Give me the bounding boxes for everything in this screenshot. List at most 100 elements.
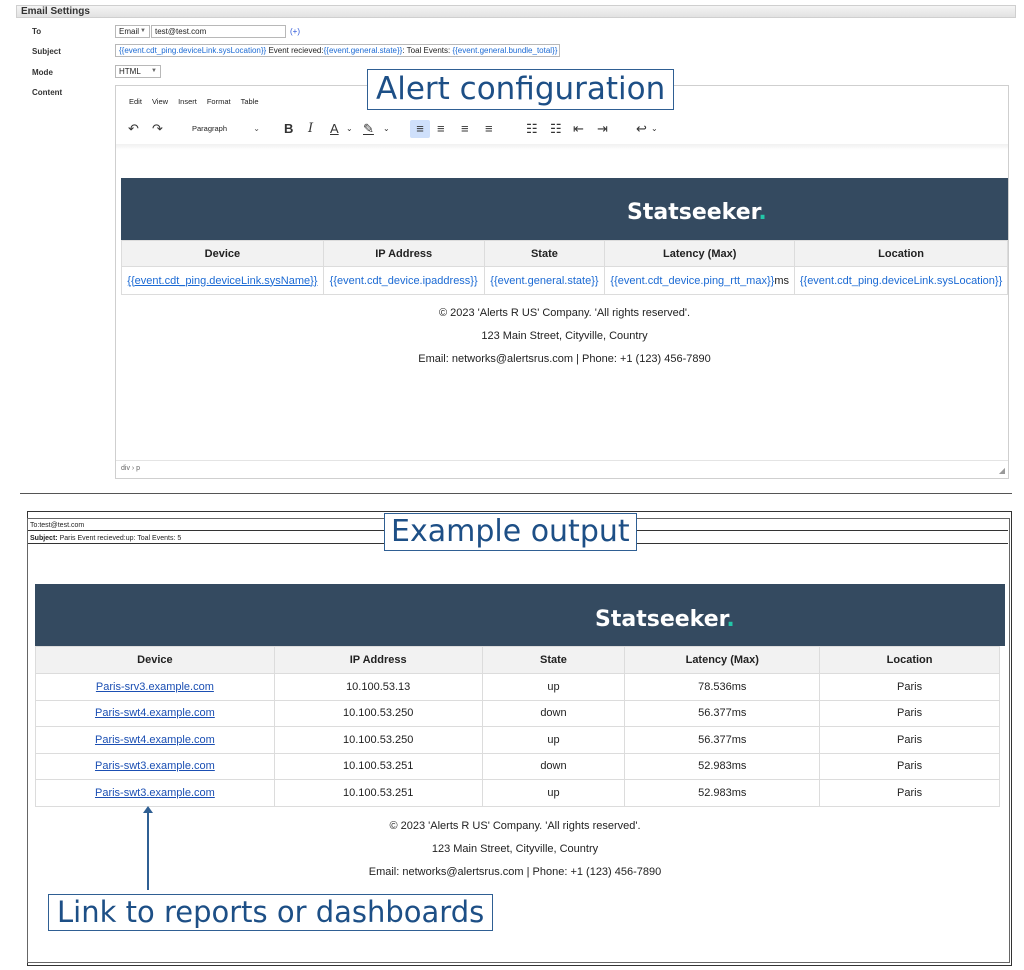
align-right-icon[interactable]: ≡ <box>461 120 469 138</box>
unit-suffix: ms <box>774 274 789 287</box>
chevron-down-icon: ⌄ <box>253 124 260 133</box>
output-footer-contact: Email: networks@alertsrus.com | Phone: +… <box>368 866 662 878</box>
bullet-list-icon[interactable]: ☷ <box>526 120 538 138</box>
menu-insert[interactable]: Insert <box>178 97 197 106</box>
chevron-down-icon: ▼ <box>140 28 146 34</box>
device-report-link[interactable]: Paris-srv3.example.com <box>96 681 214 693</box>
chevron-down-icon[interactable]: ⌄ <box>383 120 390 138</box>
output-cell: 56.377ms <box>624 699 821 727</box>
redo-icon[interactable]: ↷ <box>152 120 163 138</box>
table-row: Paris-swt3.example.com 10.100.53.251 down 5… <box>35 752 1000 780</box>
undo-icon[interactable]: ↶ <box>128 120 139 138</box>
output-cell: 10.100.53.250 <box>273 699 483 727</box>
output-table: Device IP Address State Latency (Max) Locati… <box>35 646 1000 807</box>
subject-token: {{event.general.bundle_total}} <box>452 46 558 55</box>
output-column-header: Location <box>819 646 1000 674</box>
template-footer-contact: Email: networks@alertsrus.com | Phone: +… <box>418 353 711 365</box>
align-center-icon[interactable]: ≡ <box>437 120 445 138</box>
table-row: Paris-swt3.example.com 10.100.53.251 up 52.… <box>35 779 1000 807</box>
menu-edit[interactable]: Edit <box>129 97 142 106</box>
subject-text: : Toal Events: <box>402 46 453 55</box>
output-column-header: Device <box>35 646 275 674</box>
output-cell: 10.100.53.13 <box>273 673 483 701</box>
section-divider <box>20 493 1012 494</box>
resize-handle-icon[interactable]: ◢ <box>999 466 1005 475</box>
template-banner <box>121 178 1008 240</box>
template-token: {{event.general.state}} <box>490 274 599 287</box>
to-input[interactable]: test@test.com <box>151 25 286 38</box>
output-cell: up <box>481 726 626 754</box>
output-cell: 52.983ms <box>624 752 821 780</box>
mode-label: Mode <box>32 68 53 77</box>
add-recipient-link[interactable]: (+) <box>290 27 300 36</box>
toolbar-shadow <box>116 144 1008 150</box>
template-column-header: IP Address <box>322 240 485 267</box>
align-left-icon[interactable]: ≡ <box>410 120 430 138</box>
editor-menubar: Edit View Insert Format Table <box>129 97 269 106</box>
chevron-down-icon[interactable]: ⌄ <box>346 120 353 138</box>
menu-format[interactable]: Format <box>207 97 231 106</box>
menu-table[interactable]: Table <box>241 97 259 106</box>
text-color-icon[interactable]: A <box>330 120 339 138</box>
device-report-link[interactable]: Paris-swt4.example.com <box>95 734 215 746</box>
template-token: {{event.cdt_device.ipaddress}} <box>329 274 478 287</box>
output-cell: Paris <box>819 752 1000 780</box>
block-format-value: Paragraph <box>192 124 228 133</box>
output-cell: Paris <box>819 673 1000 701</box>
to-type-value: Email <box>119 27 140 36</box>
output-banner <box>35 584 1005 646</box>
output-cell: 10.100.53.251 <box>273 752 483 780</box>
output-cell: Paris <box>819 726 1000 754</box>
numbered-list-icon[interactable]: ☷ <box>550 120 562 138</box>
highlight-icon[interactable]: ✎ <box>363 120 374 138</box>
mode-select[interactable]: HTML ▼ <box>115 65 161 78</box>
output-footer-copyright: © 2023 'Alerts R US' Company. 'All right… <box>389 820 641 832</box>
alert-configuration-callout: Alert configuration <box>367 69 675 110</box>
output-cell: up <box>481 673 626 701</box>
output-brand-logo: Statseeker. <box>595 607 735 632</box>
output-cell: Paris <box>819 699 1000 727</box>
mode-value: HTML <box>119 67 141 76</box>
template-device-link[interactable]: {{event.cdt_ping.deviceLink.sysName}} <box>127 275 317 287</box>
output-cell: Paris-swt3.example.com <box>35 752 275 780</box>
email-settings-header: Email Settings <box>16 5 1016 18</box>
template-cell: {{event.cdt_ping.deviceLink.sysName}} <box>121 266 324 295</box>
to-type-select[interactable]: Email ▼ <box>115 25 150 38</box>
device-report-link[interactable]: Paris-swt4.example.com <box>95 707 215 719</box>
template-column-header: Device <box>121 240 324 267</box>
table-row: Paris-swt4.example.com 10.100.53.250 down 5… <box>35 699 1000 727</box>
link-to-reports-callout: Link to reports or dashboards <box>48 894 494 931</box>
indent-icon[interactable]: ⇥ <box>597 120 608 138</box>
example-output-callout: Example output <box>384 513 637 551</box>
template-cell: {{event.cdt_device.ipaddress}} <box>322 266 485 295</box>
device-report-link[interactable]: Paris-swt3.example.com <box>95 760 215 772</box>
subject-token: {{event.general.state}} <box>323 46 403 55</box>
template-cell: {{event.cdt_ping.deviceLink.sysLocation}… <box>794 266 1008 295</box>
template-token: {{event.cdt_ping.deviceLink.sysLocation}… <box>799 274 1003 287</box>
chevron-down-icon[interactable]: ⌄ <box>651 120 658 138</box>
subject-label: Subject <box>32 47 61 56</box>
output-cell: 56.377ms <box>624 726 821 754</box>
output-cell: down <box>481 752 626 780</box>
bold-icon[interactable]: B <box>284 120 293 138</box>
editor-toolbar: ↶ ↷ Paragraph ⌄ B I A ⌄ ✎ ⌄ ≡ ≡ ≡ ≡ ☷ ☷ … <box>116 118 1008 142</box>
menu-view[interactable]: View <box>152 97 168 106</box>
subject-text: Event recieved: <box>266 46 324 55</box>
text-direction-icon[interactable]: ↩ <box>636 120 647 138</box>
output-cell: Paris-swt4.example.com <box>35 726 275 754</box>
element-path: div › p <box>121 465 141 472</box>
template-token: {{event.cdt_device.ping_rtt_max}} <box>610 274 775 287</box>
content-label: Content <box>32 88 63 97</box>
outdent-icon[interactable]: ⇤ <box>573 120 584 138</box>
arrow-line <box>147 812 149 890</box>
table-row: Paris-swt4.example.com 10.100.53.250 up 56.… <box>35 726 1000 754</box>
device-report-link[interactable]: Paris-swt3.example.com <box>95 787 215 799</box>
template-brand-logo: Statseeker. <box>627 200 767 225</box>
subject-token: {{event.cdt_ping.deviceLink.sysLocation}… <box>119 46 267 55</box>
subject-input[interactable]: {{event.cdt_ping.deviceLink.sysLocation}… <box>115 44 560 57</box>
block-format-select[interactable]: Paragraph ⌄ <box>192 121 260 137</box>
output-column-header: State <box>481 646 626 674</box>
output-cell: 78.536ms <box>624 673 821 701</box>
justify-icon[interactable]: ≡ <box>485 120 493 138</box>
italic-icon[interactable]: I <box>308 120 313 138</box>
